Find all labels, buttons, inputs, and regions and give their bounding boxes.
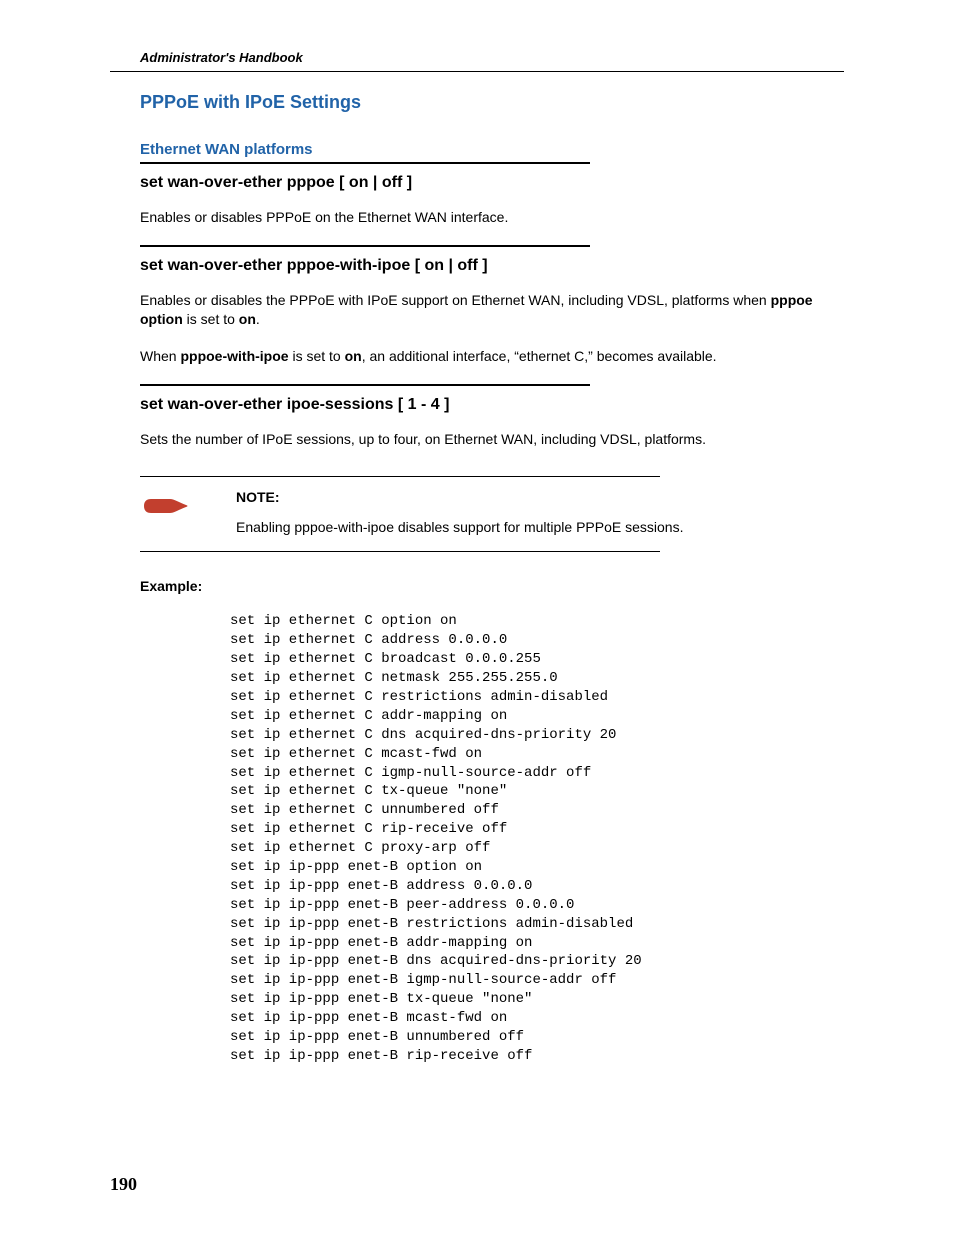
header-rule xyxy=(110,71,844,72)
note-row: NOTE: Enabling pppoe-with-ipoe disables … xyxy=(140,477,844,545)
content: PPPoE with IPoE Settings Ethernet WAN pl… xyxy=(110,92,844,1066)
command-heading: set wan-over-ether pppoe-with-ipoe [ on … xyxy=(140,257,844,275)
command-heading: set wan-over-ether pppoe [ on | off ] xyxy=(140,174,844,192)
body-text: When pppoe-with-ipoe is set to on, an ad… xyxy=(140,347,844,366)
bold-text: on xyxy=(345,348,362,364)
bold-text: on xyxy=(239,311,256,327)
divider xyxy=(140,245,590,247)
text: is set to xyxy=(289,348,345,364)
pointing-hand-icon xyxy=(140,489,192,526)
code-block: set ip ethernet C option on set ip ether… xyxy=(230,612,844,1065)
page: Administrator's Handbook PPPoE with IPoE… xyxy=(0,0,954,1235)
text: . xyxy=(256,311,260,327)
note-rule-bottom xyxy=(140,551,660,552)
text: , an additional interface, “ethernet C,”… xyxy=(362,348,717,364)
text: When xyxy=(140,348,180,364)
command-heading: set wan-over-ether ipoe-sessions [ 1 - 4… xyxy=(140,396,844,414)
body-text: Sets the number of IPoE sessions, up to … xyxy=(140,430,844,449)
divider xyxy=(140,384,590,386)
page-number: 190 xyxy=(110,1174,137,1195)
subsection-title: Ethernet WAN platforms xyxy=(140,141,844,158)
note-text: Enabling pppoe-with-ipoe disables suppor… xyxy=(236,519,683,535)
section-title: PPPoE with IPoE Settings xyxy=(140,92,844,113)
note-label: NOTE: xyxy=(236,489,683,505)
body-text: Enables or disables the PPPoE with IPoE … xyxy=(140,291,844,329)
bold-text: pppoe-with-ipoe xyxy=(180,348,288,364)
running-header: Administrator's Handbook xyxy=(140,50,844,65)
body-text: Enables or disables PPPoE on the Etherne… xyxy=(140,208,844,227)
note-content: NOTE: Enabling pppoe-with-ipoe disables … xyxy=(192,489,683,535)
note-block: NOTE: Enabling pppoe-with-ipoe disables … xyxy=(140,476,844,552)
divider xyxy=(140,162,590,164)
text: Enables or disables the PPPoE with IPoE … xyxy=(140,292,771,308)
text: is set to xyxy=(183,311,239,327)
example-label: Example: xyxy=(140,578,844,594)
